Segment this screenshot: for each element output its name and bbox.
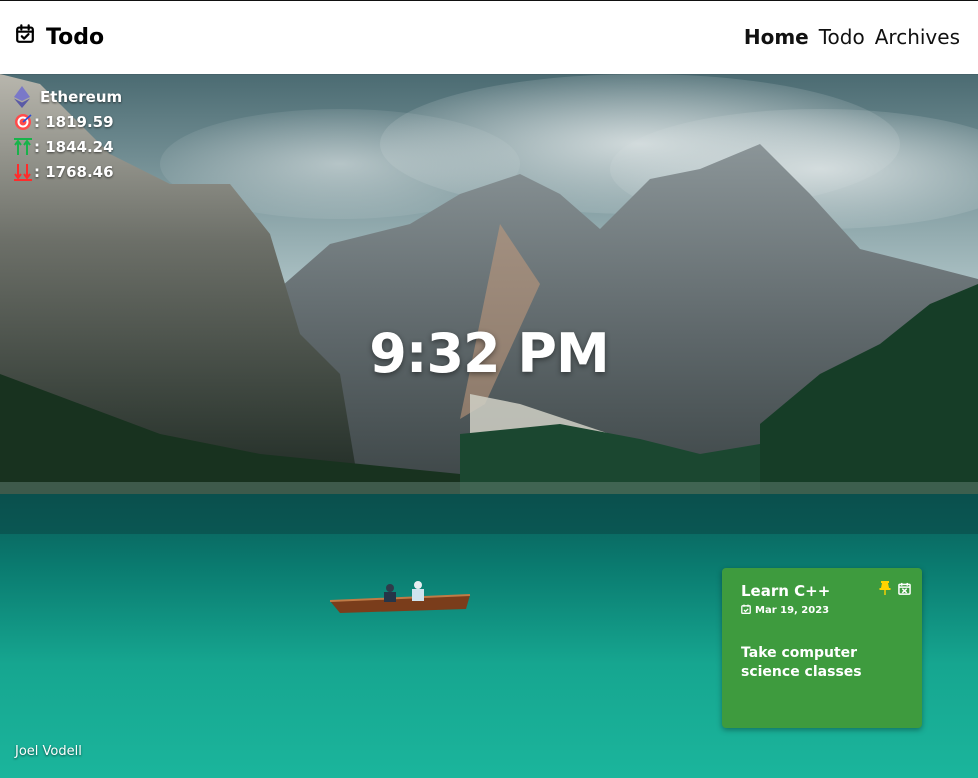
note-date: Mar 19, 2023: [741, 604, 829, 617]
nav-todo[interactable]: Todo: [819, 25, 865, 49]
crypto-high-value: : 1844.24: [34, 137, 114, 156]
crypto-low-value: : 1768.46: [34, 162, 114, 181]
nav-home[interactable]: Home: [744, 25, 809, 49]
ethereum-icon: [14, 85, 30, 108]
calendar-check-icon: [14, 23, 36, 51]
crypto-current-value: : 1819.59: [34, 112, 114, 131]
pin-icon[interactable]: [878, 580, 892, 595]
todo-note-card[interactable]: Learn C++ Mar 19, 2023 Take computer sci…: [722, 568, 922, 728]
target-icon: [14, 113, 32, 131]
main-nav: Home Todo Archives: [744, 25, 960, 49]
nav-archives[interactable]: Archives: [875, 25, 960, 49]
clock-display: 9:32 PM: [369, 322, 609, 385]
app-brand[interactable]: Todo: [14, 23, 104, 51]
top-bar: Todo Home Todo Archives: [0, 0, 978, 74]
calendar-x-icon[interactable]: [898, 580, 911, 595]
crypto-low-row: : 1768.46: [14, 159, 122, 184]
app-title: Todo: [46, 24, 105, 50]
note-title: Learn C++: [741, 582, 831, 600]
note-body: Take computer science classes: [741, 645, 862, 680]
crypto-current-row: : 1819.59: [14, 109, 122, 134]
calendar-check-icon: [741, 604, 751, 617]
crypto-high-row: : 1844.24: [14, 134, 122, 159]
note-date-text: Mar 19, 2023: [755, 605, 830, 616]
crypto-coin-name: Ethereum: [40, 87, 123, 106]
photo-credit[interactable]: Joel Vodell: [15, 744, 82, 759]
trend-down-icon: [14, 163, 32, 181]
crypto-widget: Ethereum : 1819.59 : 1844.24: 1768.46: [14, 84, 122, 184]
crypto-coin-row: Ethereum: [14, 84, 122, 109]
trend-up-icon: [14, 137, 32, 156]
